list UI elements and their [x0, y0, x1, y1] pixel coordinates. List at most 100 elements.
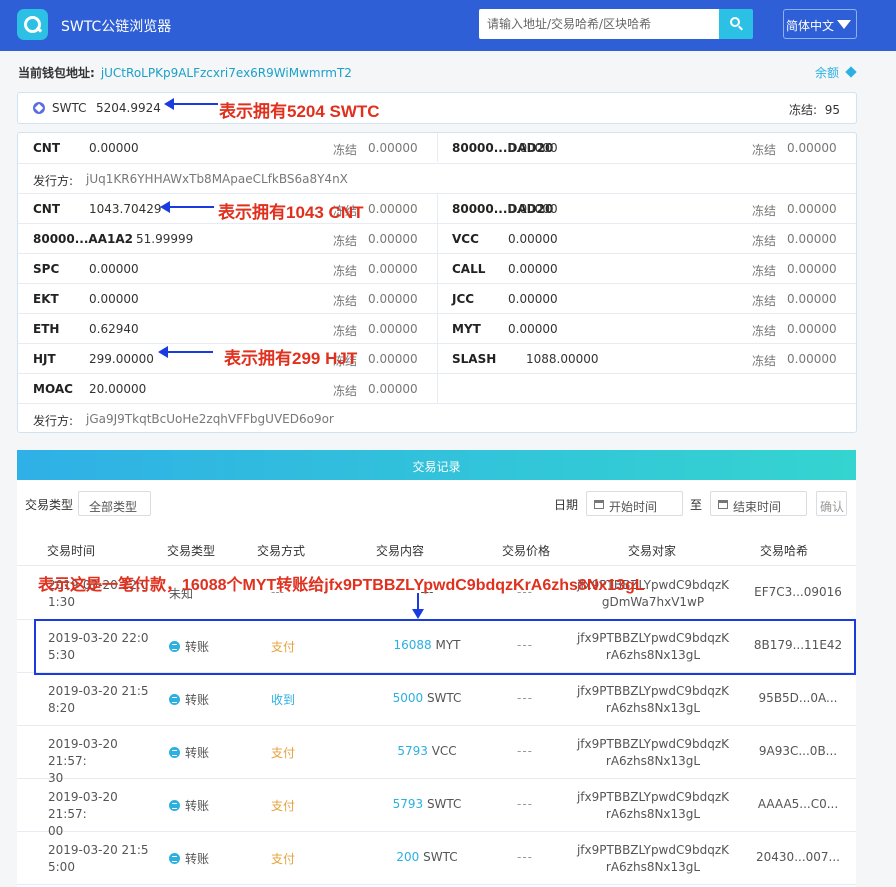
- token-balances-card: CNT 0.00000 冻结 0.00000 80000...DAD20 0.00000…: [17, 132, 857, 433]
- end-date-input[interactable]: 结束时间: [710, 491, 807, 516]
- token-symbol: SLASH: [452, 352, 497, 366]
- swtc-frozen-label: 冻结:: [789, 103, 818, 117]
- tx-row[interactable]: 2019-03-20 21:57: 30 转账 支付 5793 VCC --- jfx9P…: [17, 726, 856, 785]
- frozen-label: 冻结: [333, 234, 358, 248]
- balance-link[interactable]: 余额: [815, 64, 857, 81]
- frozen-label: 冻结: [333, 384, 358, 398]
- tx-type: 转账: [169, 744, 209, 761]
- token-cell: 80000...AA1A2 51.99999 冻结 0.00000: [18, 224, 437, 253]
- wallet-address-label: 当前钱包地址:: [18, 66, 95, 80]
- token-row: ETH 0.62940 冻结 0.00000 MYT 0.00000 冻结 0.00000: [18, 313, 856, 343]
- tx-type-label: 转账: [185, 693, 210, 707]
- swtc-amount: 5204.9924: [96, 101, 161, 115]
- top-bar: SWTC公链浏览器 简体中文: [0, 0, 896, 51]
- transactions-panel: 交易类型 全部类型 日期 开始时间 至 结束时间 确认 交易时间 交易类型 交易…: [17, 480, 856, 887]
- token-row: CNT 0.00000 冻结 0.00000 80000...DAD20 0.00000…: [18, 133, 856, 163]
- column-header-time: 交易时间: [47, 544, 96, 558]
- token-row: HJT 299.00000 冻结 0.00000 SLASH 1088.00000 冻结 0…: [18, 343, 856, 373]
- frozen-label: 冻结: [333, 324, 358, 338]
- frozen-value: 0.00000: [368, 262, 418, 276]
- issuer-address[interactable]: jUq1KR6YHHAWxTb8MApaeCLfkBS6a8Y4nX: [86, 172, 348, 186]
- tx-amount: 5793: [397, 744, 428, 758]
- tx-hash[interactable]: EF7C3...09016: [743, 585, 853, 599]
- date-to-label: 至: [690, 498, 703, 512]
- tx-row[interactable]: 2019-03-20 21:5 5:00 转账 支付 200 SWTC --- jfx9P…: [17, 832, 856, 885]
- start-date-input[interactable]: 开始时间: [586, 491, 683, 516]
- annotation-arrow: [160, 201, 214, 213]
- frozen-value: 0.00000: [368, 352, 418, 366]
- frozen-value: 0.00000: [787, 322, 837, 336]
- issuer-row: 发行方: jUq1KR6YHHAWxTb8MApaeCLfkBS6a8Y4nX: [18, 163, 856, 193]
- token-amount: 0.00000: [508, 262, 558, 276]
- tx-counterparty[interactable]: jfx9PTBBZLYpwdC9bdqzK rA6zhs8Nx13gL: [573, 842, 733, 876]
- tx-method: 支付: [271, 799, 296, 813]
- token-symbol: MOAC: [33, 382, 73, 396]
- transfer-icon: [169, 800, 180, 811]
- tx-method: 支付: [271, 746, 296, 760]
- tx-row[interactable]: 2019-03-20 21:57: 00 转账 支付 5793 SWTC --- jfx9…: [17, 779, 856, 838]
- annotation-payment: 表示这是一笔付款，16088个MYT转账给jfx9PTBBZLYpwdC9bdq…: [38, 577, 645, 594]
- tx-hash[interactable]: 9A93C...0B...: [743, 744, 853, 758]
- token-amount: 0.00000: [89, 292, 139, 306]
- column-header-type: 交易类型: [167, 544, 216, 558]
- token-symbol: MYT: [452, 322, 481, 336]
- frozen-value: 0.00000: [787, 202, 837, 216]
- token-cell: EKT 0.00000 冻结 0.00000: [18, 284, 437, 313]
- token-amount: 0.00000: [89, 141, 139, 155]
- frozen-value: 0.00000: [787, 232, 837, 246]
- frozen-label: 冻结: [752, 234, 777, 248]
- search-button[interactable]: [719, 9, 753, 39]
- wallet-address[interactable]: jUCtRoLPKp9ALFzcxri7ex6R9WiMwmrmT2: [101, 66, 352, 80]
- issuer-label: 发行方:: [33, 174, 74, 188]
- tx-type-label: 转账: [185, 746, 210, 760]
- token-amount: 51.99999: [136, 232, 194, 246]
- swtc-frozen: 冻结: 95: [789, 101, 840, 118]
- tx-hash[interactable]: 95B5D...0A...: [743, 691, 853, 705]
- tx-counterparty[interactable]: jfx9PTBBZLYpwdC9bdqzK rA6zhs8Nx13gL: [573, 736, 733, 770]
- tx-type: 转账: [169, 691, 209, 708]
- tx-type-select[interactable]: 全部类型: [78, 491, 151, 516]
- tx-content: 5793 SWTC: [357, 797, 497, 811]
- annotation-arrow: [158, 346, 213, 358]
- tx-type: 转账: [169, 850, 209, 867]
- transfer-icon: [169, 853, 180, 864]
- tx-hash[interactable]: 20430...007...: [743, 850, 853, 864]
- token-row: 80000...AA1A2 51.99999 冻结 0.00000 VCC 0.0000…: [18, 223, 856, 253]
- frozen-value: 0.00000: [368, 141, 418, 155]
- token-row: CNT 1043.70429 冻结 0.00000 80000...DAD20 0.00…: [18, 193, 856, 223]
- tx-token: SWTC: [426, 691, 462, 705]
- annotation-down-arrow: [412, 593, 424, 619]
- frozen-label: 冻结: [333, 143, 358, 157]
- confirm-button[interactable]: 确认: [816, 491, 847, 516]
- token-cell: CNT 0.00000 冻结 0.00000: [18, 133, 437, 162]
- tx-method: 支付: [271, 852, 296, 866]
- frozen-label: 冻结: [752, 354, 777, 368]
- tx-token: SWTC: [426, 797, 462, 811]
- frozen-value: 0.00000: [787, 141, 837, 155]
- logo-icon[interactable]: [17, 9, 48, 40]
- frozen-label: 冻结: [752, 294, 777, 308]
- language-select[interactable]: 简体中文: [783, 9, 857, 39]
- frozen-value: 0.00000: [787, 262, 837, 276]
- transactions-title: 交易记录: [17, 450, 856, 480]
- search-input[interactable]: [479, 9, 719, 39]
- tx-row[interactable]: 2019-03-20 21:5 8:20 转账 收到 5000 SWTC --- jfx9…: [17, 673, 856, 726]
- token-cell: ETH 0.62940 冻结 0.00000: [18, 314, 437, 343]
- token-amount: 0.62940: [89, 322, 139, 336]
- tx-content: 5793 VCC: [357, 744, 497, 758]
- start-date-placeholder: 开始时间: [609, 500, 658, 514]
- token-amount: 0.00000: [508, 232, 558, 246]
- token-cell: SLASH 1088.00000 冻结 0.00000: [437, 344, 856, 373]
- annotation-highlight-box: [34, 619, 856, 675]
- tx-method: 收到: [271, 693, 296, 707]
- tx-time: 2019-03-20 21:5 8:20: [48, 684, 149, 715]
- tx-counterparty[interactable]: jfx9PTBBZLYpwdC9bdqzK rA6zhs8Nx13gL: [573, 683, 733, 717]
- tx-counterparty[interactable]: jfx9PTBBZLYpwdC9bdqzK rA6zhs8Nx13gL: [573, 789, 733, 823]
- issuer-address[interactable]: jGa9J9TkqtBcUoHe2zqhVFFbgUVED6o9or: [86, 412, 334, 426]
- swtc-symbol: SWTC: [52, 101, 87, 115]
- tx-hash[interactable]: AAAA5...C0...: [743, 797, 853, 811]
- frozen-value: 0.00000: [368, 322, 418, 336]
- frozen-value: 0.00000: [368, 382, 418, 396]
- token-symbol: HJT: [33, 352, 56, 366]
- issuer-row: 发行方: jGa9J9TkqtBcUoHe2zqhVFFbgUVED6o9or: [18, 403, 856, 433]
